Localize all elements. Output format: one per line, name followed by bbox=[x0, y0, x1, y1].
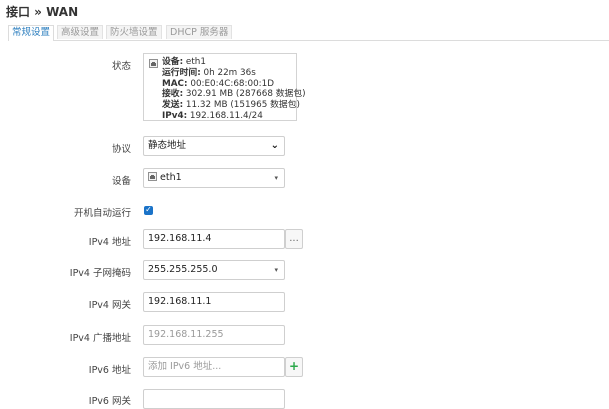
protocol-label: 协议 bbox=[111, 144, 131, 155]
status-box: 设备: eth1 运行时间: 0h 22m 36s MAC: 00:E0:4C:… bbox=[143, 53, 306, 121]
status-tx: 11.32 MB (151965 数据包) bbox=[185, 100, 300, 111]
protocol-value: 静态地址 bbox=[148, 140, 187, 151]
page-title: 接口 » WAN bbox=[6, 5, 79, 19]
status-key-ipv4: IPv4: bbox=[162, 110, 188, 121]
ipv4-addr-label: IPv4 地址 bbox=[88, 237, 131, 248]
ipv6-addr-input[interactable]: 添加 IPv6 地址... bbox=[143, 357, 285, 377]
ipv4-gw-input[interactable]: 192.168.11.1 bbox=[143, 292, 285, 312]
tab-firewall[interactable]: 防火墙设置 bbox=[106, 25, 162, 39]
status-label: 状态 bbox=[111, 61, 131, 72]
tab-general[interactable]: 常规设置 bbox=[8, 25, 55, 41]
device-value: eth1 bbox=[160, 172, 182, 183]
ipv6-add-button[interactable]: + bbox=[285, 357, 303, 377]
ipv6-gw-input[interactable] bbox=[143, 389, 285, 409]
status-uptime: 0h 22m 36s bbox=[203, 67, 256, 78]
ipv4-bcast-label: IPv4 广播地址 bbox=[69, 333, 131, 344]
device-select[interactable]: eth1 ▾ bbox=[143, 168, 285, 188]
status-key-uptime: 运行时间: bbox=[162, 67, 201, 78]
tab-dhcp[interactable]: DHCP 服务器 bbox=[166, 25, 233, 39]
check-icon: ✓ bbox=[145, 205, 152, 214]
status-rx: 302.91 MB (287668 数据包) bbox=[185, 89, 306, 100]
ipv6-addr-label: IPv6 地址 bbox=[88, 365, 131, 376]
ipv4-mask-select[interactable]: 255.255.255.0 ▾ bbox=[143, 260, 285, 280]
status-key-device: 设备: bbox=[162, 57, 184, 67]
ipv4-gw-label: IPv4 网关 bbox=[88, 300, 131, 311]
status-device: eth1 bbox=[185, 57, 206, 67]
tab-advanced[interactable]: 高级设置 bbox=[57, 25, 104, 39]
status-key-rx: 接收: bbox=[162, 89, 184, 100]
ipv4-mask-value: 255.255.255.0 bbox=[148, 264, 218, 275]
ipv4-addr-input[interactable]: 192.168.11.4 bbox=[143, 229, 285, 249]
autostart-checkbox[interactable]: ✓ bbox=[144, 205, 153, 215]
ipv4-addr-more-button[interactable]: ... bbox=[285, 229, 303, 249]
status-mac: 00:E0:4C:68:00:1D bbox=[190, 78, 275, 89]
dropdown-arrow-icon: ▾ bbox=[274, 174, 278, 182]
ipv6-gw-label: IPv6 网关 bbox=[88, 396, 131, 407]
ethernet-port-icon bbox=[149, 59, 158, 68]
status-key-tx: 发送: bbox=[162, 100, 184, 111]
ipv4-bcast-input[interactable]: 192.168.11.255 bbox=[143, 325, 285, 345]
ipv4-mask-label: IPv4 子网掩码 bbox=[69, 268, 131, 279]
autostart-label: 开机自动运行 bbox=[73, 208, 131, 219]
status-key-mac: MAC: bbox=[162, 78, 188, 89]
status-ipv4: 192.168.11.4/24 bbox=[189, 110, 263, 121]
device-label: 设备 bbox=[111, 176, 131, 187]
ethernet-port-icon bbox=[148, 172, 157, 181]
tab-bar: 常规设置 高级设置 防火墙设置 DHCP 服务器 bbox=[8, 25, 609, 41]
dropdown-arrow-icon: ▾ bbox=[274, 266, 278, 274]
chevron-down-icon: ⌄ bbox=[270, 140, 279, 151]
protocol-select[interactable]: 静态地址 ⌄ bbox=[143, 136, 285, 156]
